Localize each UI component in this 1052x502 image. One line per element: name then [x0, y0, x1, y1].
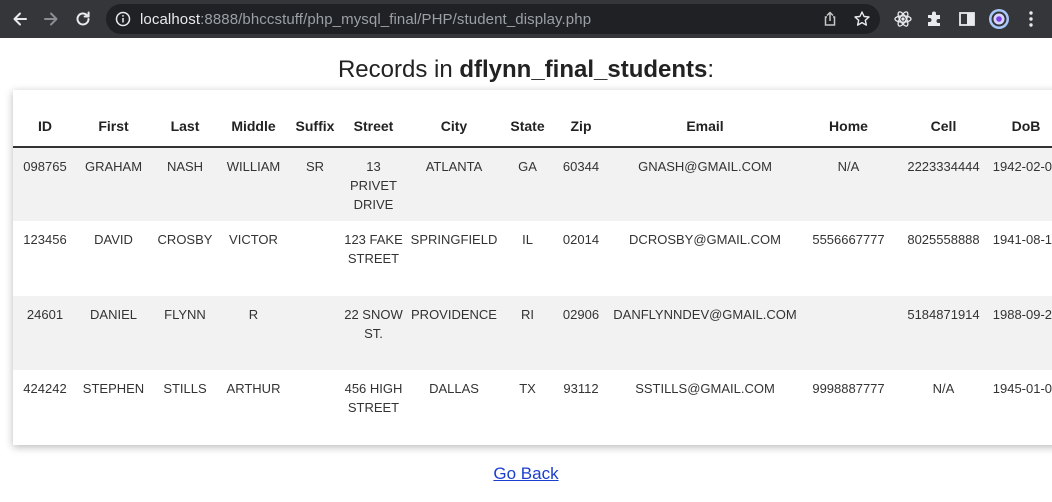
table-cell: DANIEL: [77, 296, 150, 370]
table-cell: STEPHEN: [82, 381, 145, 396]
title-table-name: dflynn_final_students: [459, 56, 708, 83]
table-cell: 1988-09-22: [989, 296, 1052, 370]
table-cell: DCROSBY@GMAIL.COM: [629, 232, 781, 247]
table-row: 424242 STEPHEN STILLS ARTHUR 456 HIGH STREET…: [13, 370, 1052, 444]
table-cell: 2223334444: [898, 147, 989, 221]
table-row: 123456 DAVID CROSBY VICTOR 123 FAKE STREET SP…: [13, 221, 1052, 296]
table-cell: WILLIAM: [220, 147, 287, 221]
table-cell: 93112: [563, 381, 599, 396]
reload-button[interactable]: [72, 8, 94, 30]
column-header: Email: [611, 90, 799, 148]
table-cell: FLYNN: [150, 296, 220, 370]
table-body: 098765 GRAHAM NASH WILLIAM SR 13 PRIVET DRIVE…: [13, 147, 1052, 444]
table-cell: SSTILLS@GMAIL.COM: [635, 381, 775, 396]
table-cell: DAVID: [94, 232, 133, 247]
table-cell: 24601: [13, 296, 77, 370]
column-header: Home: [799, 90, 898, 148]
table-cell: DANFLYNNDEV@GMAIL.COM: [611, 296, 799, 370]
star-icon[interactable]: [853, 10, 871, 28]
side-panel-icon[interactable]: [957, 9, 977, 29]
table-cell: CROSBY: [157, 232, 213, 247]
browser-toolbar: localhost:8888/bhccstuff/php_mysql_final…: [0, 0, 1052, 38]
share-icon[interactable]: [821, 10, 839, 28]
table-cell: R: [220, 296, 287, 370]
url-host: localhost: [140, 11, 201, 28]
records-table: ID First Last Middle Suffix Street City State Zi…: [13, 90, 1052, 444]
table-cell: 424242: [23, 381, 67, 396]
info-icon[interactable]: [115, 11, 131, 27]
table-cell: 456 HIGH STREET: [344, 381, 403, 415]
table-cell: 5556667777: [812, 232, 885, 247]
table-cell: DALLAS: [429, 381, 479, 396]
column-header: Suffix: [287, 90, 343, 148]
table-cell: VICTOR: [229, 232, 278, 247]
reload-icon: [76, 11, 90, 26]
react-icon[interactable]: [893, 9, 913, 29]
table-cell: NASH: [150, 147, 220, 221]
table-cell: 123 FAKE STREET: [344, 232, 403, 266]
table-row: 24601 DANIEL FLYNN R 22 SNOW ST. PROVIDENCE RI…: [13, 296, 1052, 370]
table-cell: 02906: [551, 296, 611, 370]
table-cell: TX: [519, 381, 536, 396]
table-cell: 02014: [562, 232, 600, 247]
table-cell: 1945-01-03: [992, 381, 1052, 396]
table-cell: [287, 296, 343, 370]
table-cell: GA: [504, 147, 551, 221]
table-cell: 098765: [13, 147, 77, 221]
table-cell: STILLS: [163, 381, 207, 396]
column-header: Zip: [551, 90, 611, 148]
profile-icon[interactable]: [988, 8, 1010, 30]
column-header: State: [504, 90, 551, 148]
table-cell: [287, 221, 343, 296]
table-cell: GRAHAM: [77, 147, 150, 221]
forward-arrow-icon: [44, 12, 58, 26]
forward-button[interactable]: [40, 8, 62, 30]
table-cell: 9998887777: [812, 381, 885, 396]
title-suffix: :: [707, 56, 715, 83]
records-table-card: ID First Last Middle Suffix Street City State Zi…: [13, 90, 1052, 445]
table-cell: RI: [504, 296, 551, 370]
column-header: DoB: [989, 90, 1052, 148]
table-cell: N/A: [932, 381, 955, 396]
table-cell: [799, 296, 898, 370]
page-title: Records in dflynn_final_students:: [0, 56, 1052, 84]
table-cell: SR: [287, 147, 343, 221]
table-cell: 8025558888: [907, 232, 980, 247]
table-cell: 5184871914: [898, 296, 989, 370]
column-header: Cell: [898, 90, 989, 148]
puzzle-icon[interactable]: [925, 9, 945, 29]
table-cell: 1942-02-02: [989, 147, 1052, 221]
column-header: City: [404, 90, 504, 148]
table-cell: PROVIDENCE: [404, 296, 504, 370]
back-button[interactable]: [9, 8, 31, 30]
table-header-row: ID First Last Middle Suffix Street City State Zi…: [13, 90, 1052, 148]
table-cell: N/A: [799, 147, 898, 221]
table-cell: GNASH@GMAIL.COM: [611, 147, 799, 221]
title-prefix: Records in: [337, 56, 460, 83]
back-arrow-icon: [13, 12, 27, 26]
column-header: Middle: [220, 90, 287, 148]
table-cell: SPRINGFIELD: [410, 232, 498, 247]
column-header: First: [77, 90, 150, 148]
table-cell: ARTHUR: [226, 381, 281, 396]
column-header: Street: [343, 90, 404, 148]
table-cell: ATLANTA: [404, 147, 504, 221]
url-path: :8888/bhccstuff/php_mysql_final/PHP/stud…: [200, 11, 592, 28]
column-header: ID: [13, 90, 77, 148]
address-bar[interactable]: localhost:8888/bhccstuff/php_mysql_final…: [106, 4, 880, 34]
column-header: Last: [150, 90, 220, 148]
table-cell: 22 SNOW ST.: [343, 296, 404, 370]
go-back-container: Go Back: [0, 464, 1052, 484]
url-text[interactable]: localhost:8888/bhccstuff/php_mysql_final…: [140, 11, 591, 28]
table-cell: 1941-08-14: [992, 232, 1052, 247]
table-row: 098765 GRAHAM NASH WILLIAM SR 13 PRIVET DRIVE…: [13, 147, 1052, 221]
table-cell: IL: [522, 232, 533, 247]
table-cell: 123456: [23, 232, 67, 247]
table-cell: [287, 370, 343, 444]
table-cell: 60344: [551, 147, 611, 221]
go-back-link[interactable]: Go Back: [493, 464, 558, 483]
table-cell: 13 PRIVET DRIVE: [343, 147, 404, 221]
kebab-menu-icon[interactable]: [1021, 9, 1041, 29]
